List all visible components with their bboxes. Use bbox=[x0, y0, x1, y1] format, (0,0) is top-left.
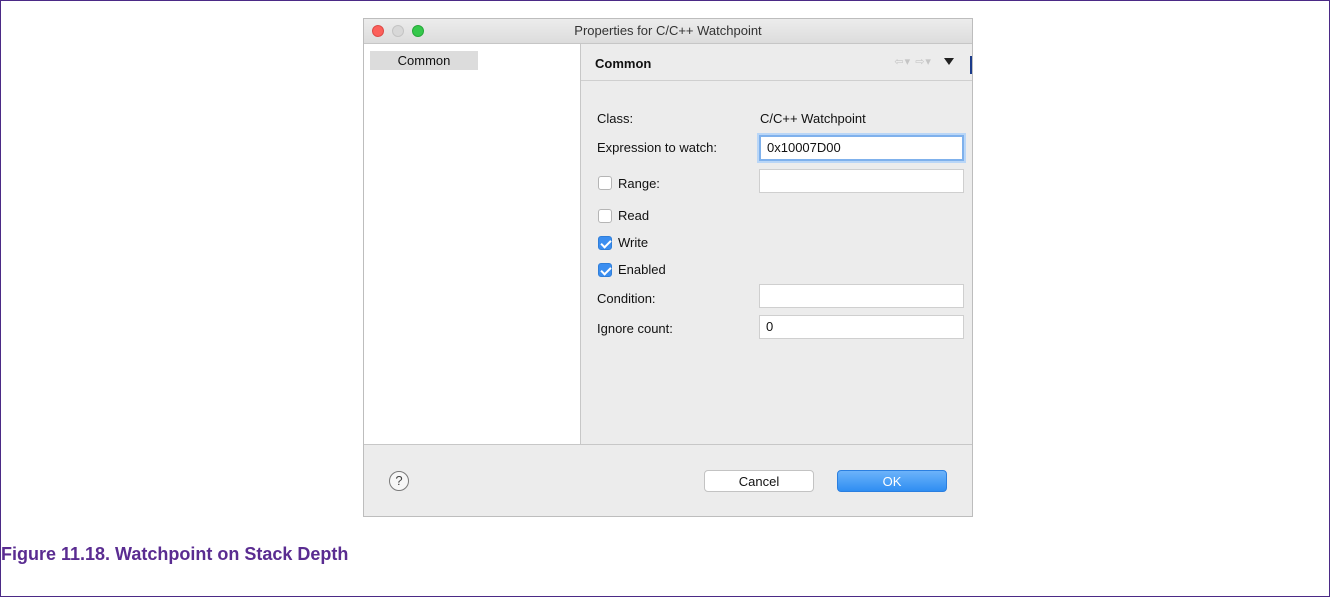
expression-label: Expression to watch: bbox=[597, 140, 717, 155]
class-label: Class: bbox=[597, 111, 634, 126]
window-title: Properties for C/C++ Watchpoint bbox=[574, 23, 762, 38]
condition-label: Condition: bbox=[597, 291, 656, 306]
condition-input[interactable] bbox=[759, 284, 964, 308]
ignore-count-label: Ignore count: bbox=[597, 321, 673, 336]
cancel-button[interactable]: Cancel bbox=[704, 470, 814, 492]
enabled-checkbox[interactable] bbox=[598, 263, 612, 277]
write-label: Write bbox=[618, 235, 649, 250]
expression-input[interactable]: 0x10007D00 bbox=[759, 135, 964, 161]
title-bar: Properties for C/C++ Watchpoint bbox=[364, 19, 972, 44]
read-checkbox[interactable] bbox=[598, 209, 612, 223]
forward-arrow-icon[interactable]: ⇨▾ bbox=[915, 56, 932, 68]
page-header: Common ⇦▾ ⇨▾ bbox=[581, 44, 972, 81]
range-label: Range: bbox=[618, 176, 660, 191]
write-checkbox[interactable] bbox=[598, 236, 612, 250]
read-label: Read bbox=[618, 208, 650, 223]
class-value: C/C++ Watchpoint bbox=[760, 111, 866, 126]
range-input[interactable] bbox=[759, 169, 964, 193]
property-pages-list: Common bbox=[364, 44, 581, 444]
page-title: Common bbox=[595, 56, 652, 71]
dialog-footer: ? Cancel OK bbox=[364, 444, 972, 516]
figure-caption: Figure 11.18. Watchpoint on Stack Depth bbox=[1, 544, 349, 564]
range-checkbox[interactable] bbox=[598, 176, 612, 190]
edge-marker bbox=[970, 56, 972, 74]
view-menu-icon[interactable] bbox=[944, 58, 954, 65]
enabled-label: Enabled bbox=[618, 262, 666, 277]
sidebar-item-common[interactable]: Common bbox=[370, 51, 478, 70]
properties-dialog: Properties for C/C++ Watchpoint Common C… bbox=[363, 18, 973, 517]
property-page: Common ⇦▾ ⇨▾ Class: C/C++ Watchpoint Exp… bbox=[581, 44, 972, 444]
question-mark-icon[interactable]: ? bbox=[389, 471, 409, 491]
ignore-count-input[interactable]: 0 bbox=[759, 315, 964, 339]
ok-button[interactable]: OK bbox=[837, 470, 947, 492]
back-arrow-icon[interactable]: ⇦▾ bbox=[894, 56, 911, 68]
